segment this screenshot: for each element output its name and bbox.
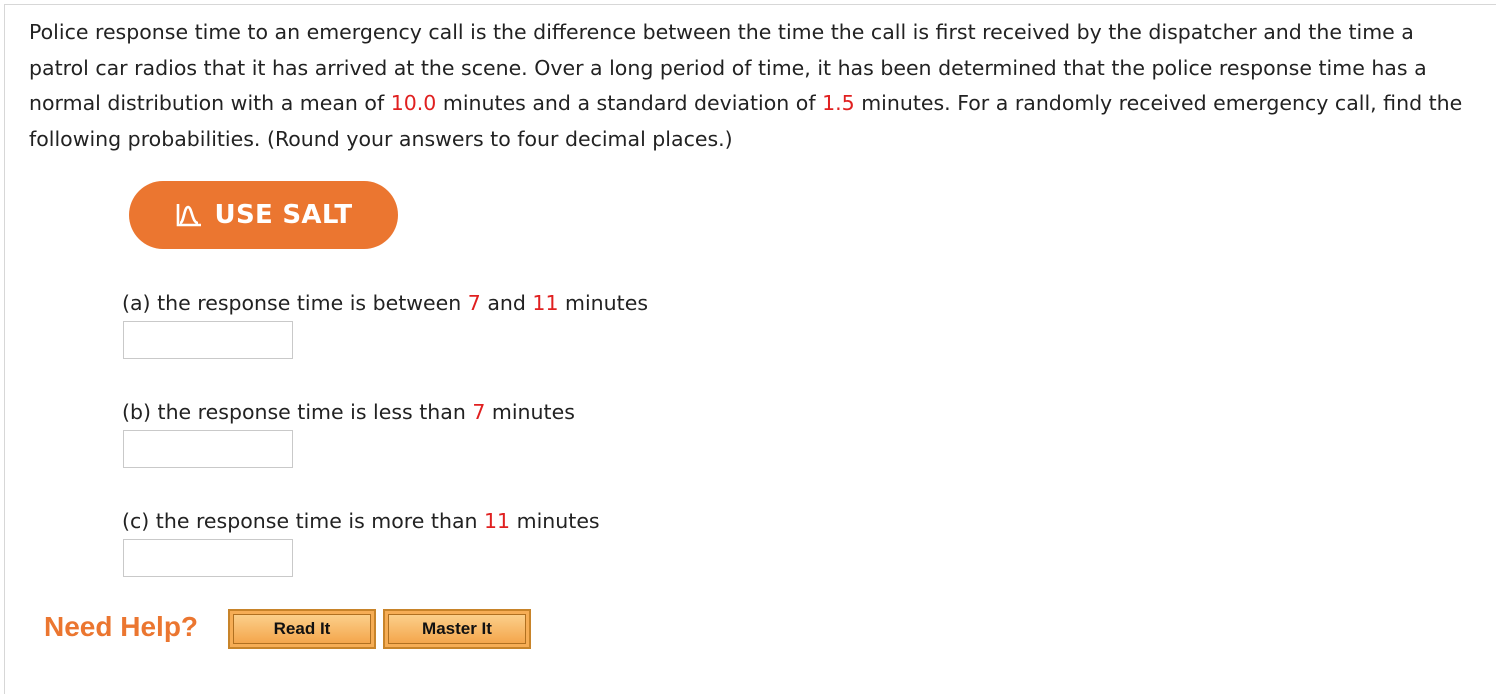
part-a-upper-value: 11 <box>532 291 559 315</box>
master-it-label: Master It <box>388 614 526 644</box>
question-text-part: minutes and a standard deviation of <box>436 91 823 115</box>
part-b-text: (b) the response time is less than <box>122 400 473 424</box>
part-a-lower-value: 7 <box>467 291 481 315</box>
need-help-label: Need Help? <box>44 611 199 642</box>
salt-chart-icon <box>176 204 201 227</box>
use-salt-label: USE SALT <box>214 200 353 230</box>
part-b-label: (b) the response time is less than 7 min… <box>122 400 575 424</box>
part-a-answer-input[interactable] <box>123 321 293 359</box>
part-c-text: (c) the response time is more than <box>122 509 485 533</box>
part-a-text: minutes <box>558 291 648 315</box>
part-c-label: (c) the response time is more than 11 mi… <box>122 509 600 533</box>
question-text: Police response time to an emergency cal… <box>29 15 1479 157</box>
part-c-text: minutes <box>510 509 600 533</box>
part-b-answer-input[interactable] <box>123 430 293 468</box>
read-it-button[interactable]: Read It <box>228 609 376 649</box>
part-b-text: minutes <box>485 400 575 424</box>
part-a-label: (a) the response time is between 7 and 1… <box>122 291 648 315</box>
read-it-label: Read It <box>233 614 371 644</box>
part-c-value: 11 <box>484 509 511 533</box>
part-c-answer-input[interactable] <box>123 539 293 577</box>
part-b-value: 7 <box>472 400 486 424</box>
mean-value: 10.0 <box>390 91 437 115</box>
part-a-text: and <box>480 291 533 315</box>
sd-value: 1.5 <box>822 91 855 115</box>
use-salt-button[interactable]: USE SALT <box>129 181 398 249</box>
part-a-text: (a) the response time is between <box>122 291 468 315</box>
master-it-button[interactable]: Master It <box>383 609 531 649</box>
